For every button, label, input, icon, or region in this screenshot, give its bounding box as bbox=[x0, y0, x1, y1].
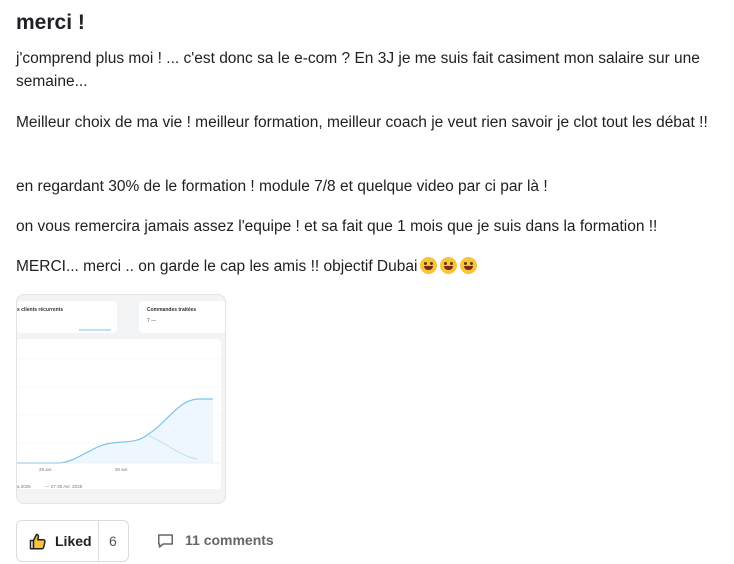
area-fill bbox=[17, 399, 213, 463]
laughing-emoji-icon bbox=[420, 257, 438, 274]
x-tick-label: 28 avr. bbox=[39, 467, 53, 472]
sparkline bbox=[79, 329, 111, 331]
post-paragraph-2: Meilleur choix de ma vie ! meilleur form… bbox=[16, 114, 708, 131]
post-title: merci ! bbox=[16, 11, 85, 34]
sparkline bbox=[139, 301, 226, 333]
range-label: — 27-30 Avr. 2025 bbox=[45, 484, 83, 489]
x-tick-label: 30 avr. bbox=[115, 467, 129, 472]
like-divider bbox=[98, 521, 99, 561]
laughing-emoji-icon bbox=[440, 257, 458, 274]
comment-bubble-icon bbox=[158, 534, 173, 548]
thumbs-up-icon bbox=[29, 533, 46, 550]
comments-button[interactable]: 11 comments bbox=[156, 520, 286, 562]
post-paragraph-4: on vous remercira jamais assez l'equipe … bbox=[16, 218, 658, 235]
stat-card-recurring-clients: s clients récurrents bbox=[17, 301, 117, 333]
laughing-emoji-icon bbox=[460, 257, 478, 274]
post-paragraph-1: j'comprend plus moi ! ... c'est donc sa … bbox=[16, 50, 700, 90]
post-paragraph-3: en regardant 30% de le formation ! modul… bbox=[16, 178, 548, 195]
sales-chart-card: 28 avr. 30 avr. a 2025 — 27-30 Avr. 2025 bbox=[17, 339, 221, 489]
range-label: a 2025 bbox=[17, 484, 31, 489]
post-paragraph-5-text: MERCI... merci .. on garde le cap les am… bbox=[16, 258, 418, 275]
like-label: Liked bbox=[55, 533, 92, 549]
like-button[interactable]: Liked 6 bbox=[16, 520, 129, 562]
post-paragraph-5: MERCI... merci .. on garde le cap les am… bbox=[16, 255, 724, 278]
attachment-thumbnail[interactable]: s clients récurrents Commandes traitées … bbox=[16, 294, 226, 504]
stat-card-orders: Commandes traitées 7 — bbox=[139, 301, 226, 333]
like-count: 6 bbox=[109, 533, 117, 549]
comments-label: 11 comments bbox=[185, 532, 274, 548]
